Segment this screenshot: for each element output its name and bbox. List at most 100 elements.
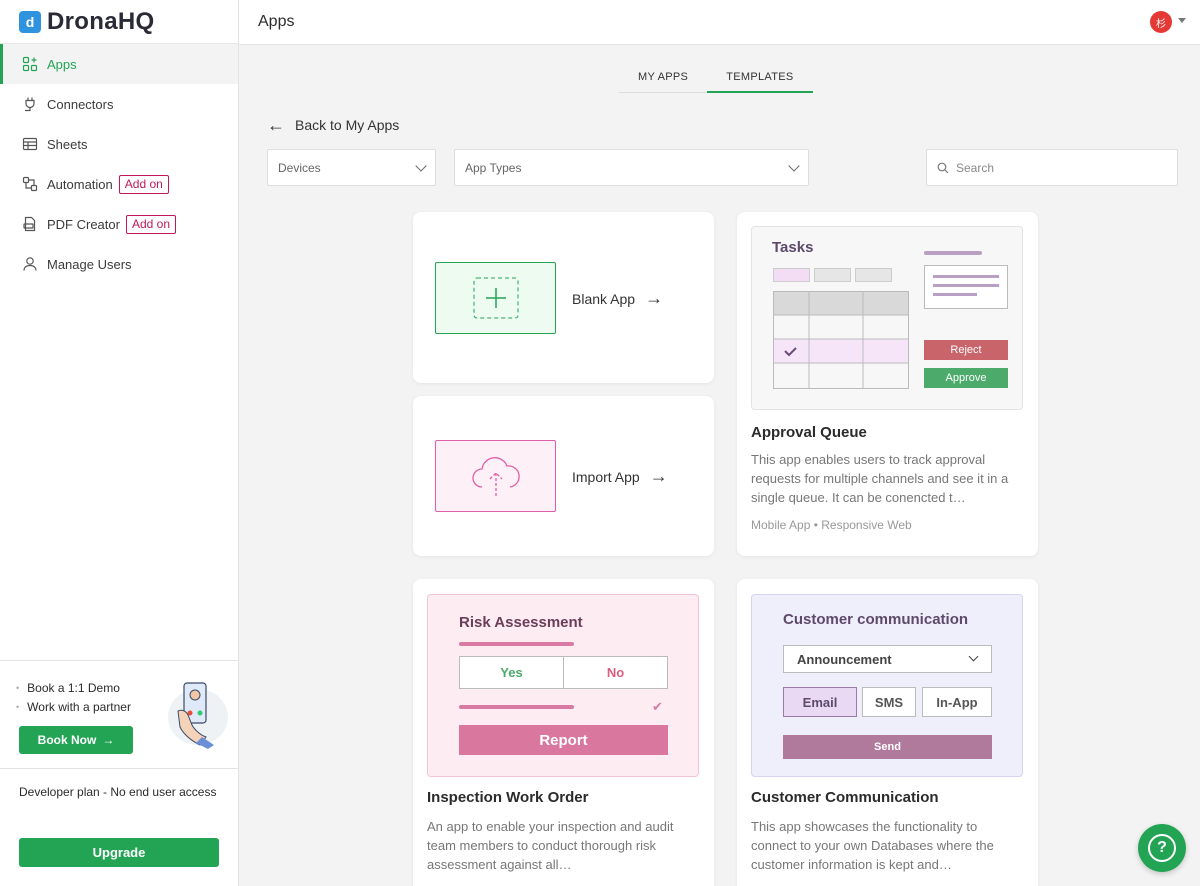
sidebar-item-connectors[interactable]: Connectors <box>0 84 238 124</box>
import-app-label: Import App → <box>572 466 668 487</box>
card-description: This app enables users to track approval… <box>751 452 1009 505</box>
thumb-email-option: Email <box>783 687 857 717</box>
arrow-right-icon: → <box>102 733 115 747</box>
user-icon <box>21 255 39 273</box>
table-icon <box>21 135 39 153</box>
approval-queue-thumbnail: Tasks Reject Approve <box>751 226 1023 410</box>
sidebar-item-apps[interactable]: Apps <box>0 44 238 84</box>
sidebar: d DronaHQ Apps Connectors Sheets Automat… <box>0 0 239 886</box>
sidebar-item-manage-users[interactable]: Manage Users <box>0 244 238 284</box>
account-caret-icon[interactable] <box>1178 18 1186 23</box>
thumb-heading: Customer communication <box>783 611 969 628</box>
card-description: An app to enable your inspection and aud… <box>427 819 674 872</box>
plan-text: Developer plan - No end user access <box>19 785 217 799</box>
app-types-select[interactable]: App Types <box>454 149 809 186</box>
automation-icon <box>21 175 39 193</box>
inspection-work-order-card[interactable]: Risk Assessment Yes No ✔ Report Inspecti… <box>413 579 714 886</box>
card-title: Approval Queue <box>751 424 867 441</box>
sidebar-item-automation[interactable]: Automation Add on <box>0 164 238 204</box>
blank-app-thumbnail <box>435 262 556 334</box>
thumb-table <box>773 291 909 389</box>
app-types-placeholder: App Types <box>465 160 522 175</box>
chevron-down-icon <box>415 160 427 172</box>
thumb-approve-button: Approve <box>924 368 1008 388</box>
thumb-sms-option: SMS <box>862 687 916 717</box>
page-title: Apps <box>258 13 295 30</box>
back-to-my-apps-link[interactable]: ← Back to My Apps <box>267 115 400 135</box>
app-name: DronaHQ <box>47 7 155 35</box>
main-content: MY APPS TEMPLATES ← Back to My Apps Devi… <box>239 45 1200 886</box>
plug-icon <box>21 95 39 113</box>
thumb-chip <box>855 268 892 282</box>
import-app-text: Import App <box>572 468 640 485</box>
sidebar-item-label: Apps <box>47 56 77 72</box>
search-input[interactable]: Search <box>926 149 1178 186</box>
inspection-thumbnail: Risk Assessment Yes No ✔ Report <box>427 594 699 777</box>
sidebar-nav: Apps Connectors Sheets Automation Add on <box>0 44 238 284</box>
tab-my-apps[interactable]: MY APPS <box>619 65 707 92</box>
check-icon: ✔ <box>652 699 663 714</box>
card-title: Inspection Work Order <box>427 789 589 806</box>
import-app-card[interactable]: Import App → <box>413 396 714 556</box>
customer-communication-thumbnail: Customer communication Announcement Emai… <box>751 594 1023 777</box>
book-now-button[interactable]: Book Now → <box>19 726 133 754</box>
plan-info: Developer plan - No end user access Upgr… <box>0 768 238 886</box>
thumb-bar <box>459 642 574 646</box>
thumb-select: Announcement <box>783 645 992 673</box>
card-tags: Mobile App • Responsive Web <box>751 518 912 532</box>
tab-templates[interactable]: TEMPLATES <box>707 65 813 93</box>
blank-app-label: Blank App → <box>572 288 663 309</box>
chevron-down-icon <box>788 160 800 172</box>
arrow-left-icon: ← <box>267 115 285 135</box>
search-placeholder: Search <box>956 160 995 175</box>
card-title: Customer Communication <box>751 789 939 806</box>
back-label: Back to My Apps <box>295 117 400 133</box>
question-mark-icon: ? <box>1148 834 1176 862</box>
sidebar-item-label: Manage Users <box>47 256 132 272</box>
upgrade-button[interactable]: Upgrade <box>19 838 219 867</box>
thumb-send-button: Send <box>783 735 992 759</box>
thumb-report-button: Report <box>459 725 668 755</box>
thumb-no: No <box>606 665 625 680</box>
customer-communication-card[interactable]: Customer communication Announcement Emai… <box>737 579 1038 886</box>
phone-hand-illustration <box>168 682 228 749</box>
thumb-heading: Risk Assessment <box>459 614 583 631</box>
thumb-heading: Tasks <box>772 239 814 256</box>
sidebar-item-pdf-creator[interactable]: PDF Creator Add on <box>0 204 238 244</box>
apps-grid-icon <box>21 55 39 73</box>
book-now-label: Book Now <box>37 733 97 747</box>
thumb-yes: Yes <box>460 657 564 688</box>
approval-queue-card[interactable]: Tasks Reject Approve Approval Queue This… <box>737 212 1038 556</box>
top-bar: Apps 杉 <box>239 0 1200 45</box>
card-description: This app showcases the functionality to … <box>751 819 994 872</box>
devices-select[interactable]: Devices <box>267 149 436 186</box>
demo-promo: Book a 1:1 Demo Work with a partner Book… <box>0 660 238 768</box>
addon-badge: Add on <box>118 174 169 194</box>
avatar[interactable]: 杉 <box>1150 11 1172 33</box>
import-app-thumbnail <box>435 440 556 512</box>
thumb-chip <box>814 268 851 282</box>
thumb-panel <box>924 265 1008 309</box>
thumb-reject-button: Reject <box>924 340 1008 360</box>
help-button[interactable]: ? <box>1138 824 1186 872</box>
logo[interactable]: d DronaHQ <box>0 0 238 44</box>
plus-icon <box>473 277 518 319</box>
arrow-right-icon: → <box>645 288 664 308</box>
thumb-yes-no: Yes No <box>459 656 668 689</box>
sidebar-item-label: PDF Creator <box>47 216 120 232</box>
app-tabs: MY APPS TEMPLATES <box>619 65 813 93</box>
thumb-select-value: Announcement <box>797 651 892 667</box>
sidebar-item-label: Connectors <box>47 96 114 112</box>
thumb-chip <box>773 268 810 282</box>
thumb-bar <box>924 251 982 255</box>
sidebar-item-sheets[interactable]: Sheets <box>0 124 238 164</box>
pdf-icon <box>21 215 39 233</box>
search-icon <box>937 162 949 173</box>
dronahq-logo-icon: d <box>19 10 41 33</box>
arrow-right-icon: → <box>649 466 668 486</box>
addon-badge: Add on <box>125 214 177 234</box>
blank-app-card[interactable]: Blank App → <box>413 212 714 383</box>
chevron-down-icon <box>968 651 979 662</box>
thumb-bar <box>459 705 574 709</box>
sidebar-item-label: Sheets <box>47 136 88 152</box>
